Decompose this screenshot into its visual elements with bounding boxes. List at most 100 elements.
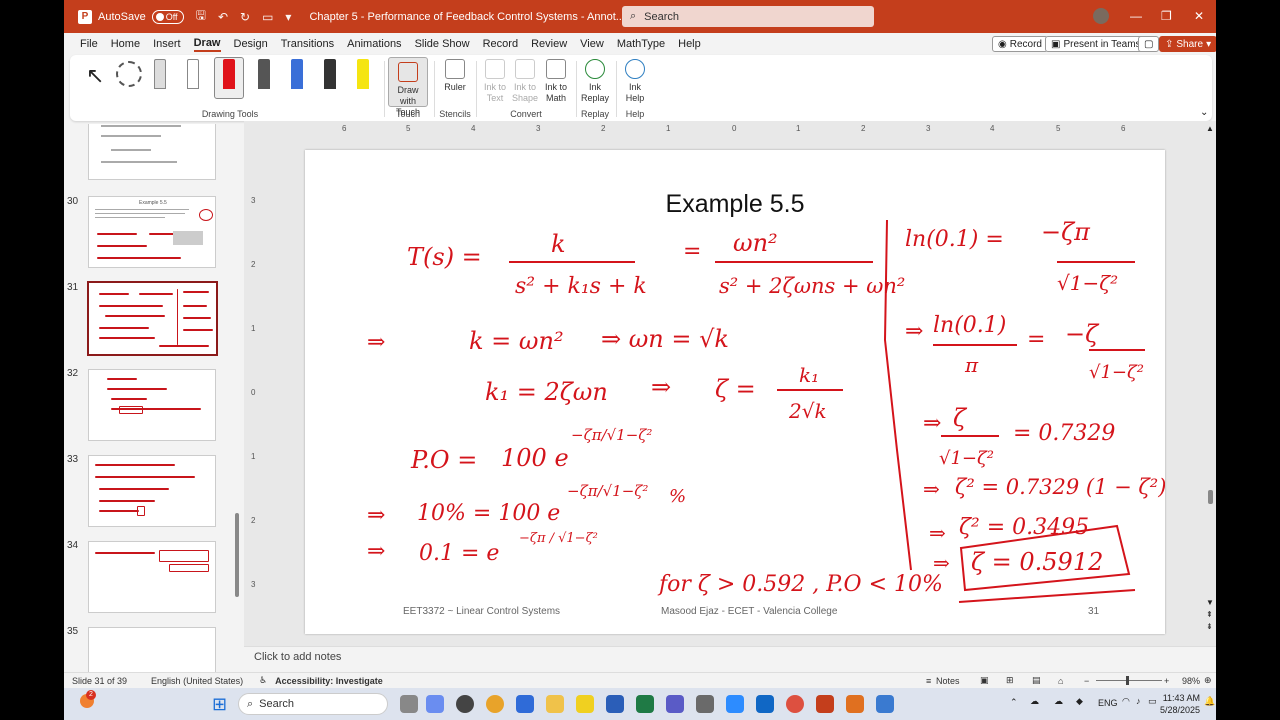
notes-toggle[interactable]: Notes	[936, 676, 960, 686]
zoom-slider[interactable]	[1096, 680, 1162, 681]
thumbnail-35[interactable]	[88, 627, 216, 672]
thumbnails-scroll-thumb[interactable]	[235, 513, 239, 597]
draw-with-touch-button[interactable]: Draw with Touch	[388, 57, 428, 117]
tab-mathtype[interactable]: MathType	[617, 38, 665, 50]
tab-home[interactable]: Home	[111, 38, 140, 50]
teams-app-icon[interactable]	[666, 695, 684, 713]
lasso-select-icon[interactable]	[116, 61, 142, 87]
security-icon[interactable]: ◆	[1076, 696, 1083, 707]
thumbnail-33[interactable]	[88, 455, 216, 527]
tab-animations[interactable]: Animations	[347, 38, 401, 50]
ruler-button[interactable]: Ruler	[438, 59, 472, 93]
fit-to-window-icon[interactable]: ⊕	[1204, 675, 1212, 686]
task-view-icon[interactable]	[400, 695, 418, 713]
tab-insert[interactable]: Insert	[153, 38, 181, 50]
thumbnails-scrollbar[interactable]	[234, 128, 240, 668]
ink-to-math-button[interactable]: Ink to Math	[540, 59, 572, 104]
chrome-profile-icon[interactable]	[786, 695, 804, 713]
windows-start-icon[interactable]: ⊞	[212, 694, 227, 715]
restore-icon[interactable]: ❐	[1161, 9, 1172, 23]
snipping-tool-icon[interactable]	[846, 695, 864, 713]
minimize-icon[interactable]: —	[1130, 9, 1142, 23]
share-button[interactable]: ⇪ Share ▾	[1159, 36, 1216, 52]
thumbnail-30[interactable]: Example 5.5	[88, 196, 216, 268]
save-icon[interactable]: 🖫	[196, 6, 206, 27]
excel-icon[interactable]	[636, 695, 654, 713]
title-search-box[interactable]: ⌕ Search	[622, 6, 874, 27]
tab-help[interactable]: Help	[678, 38, 701, 50]
tab-slide-show[interactable]: Slide Show	[415, 38, 470, 50]
pen-gray-icon[interactable]	[258, 59, 270, 89]
tray-chevron-icon[interactable]: ⌃	[1010, 697, 1018, 708]
thumbnail-34[interactable]	[88, 541, 216, 613]
editor-scroll-thumb[interactable]	[1208, 490, 1213, 504]
tab-transitions[interactable]: Transitions	[281, 38, 334, 50]
copilot-icon[interactable]	[426, 695, 444, 713]
tab-record[interactable]: Record	[483, 38, 518, 50]
current-slide[interactable]: Example 5.5 T(s) = k s² + k₁s + k = ωn² …	[305, 150, 1165, 634]
pen-white-icon[interactable]	[187, 59, 199, 89]
pen-blue-icon[interactable]	[291, 59, 303, 89]
sticky-notes-icon[interactable]	[576, 695, 594, 713]
highlighter-yellow-icon[interactable]	[357, 59, 369, 89]
other-app-icon[interactable]	[876, 695, 894, 713]
file-explorer-icon[interactable]	[546, 695, 564, 713]
thumbnail-32[interactable]	[88, 369, 216, 441]
powerpoint-taskbar-icon[interactable]	[816, 695, 834, 713]
zoom-in-icon[interactable]: +	[1164, 676, 1169, 686]
notification-bell-icon[interactable]: 🔔	[1204, 696, 1215, 707]
editor-scrollbar[interactable]: ▲ ▼ ⇞ ⇟	[1206, 124, 1214, 634]
ink-help-button[interactable]: Ink Help	[620, 59, 650, 104]
record-button[interactable]: ◉ Record	[992, 36, 1048, 52]
tray-language[interactable]: ENG	[1098, 698, 1118, 708]
calculator-icon[interactable]	[696, 695, 714, 713]
language-status[interactable]: English (United States)	[151, 676, 243, 686]
ink-to-text-button[interactable]: Ink to Text	[480, 59, 510, 104]
zoom-level[interactable]: 98%	[1182, 676, 1200, 686]
volume-icon[interactable]: ♪	[1136, 696, 1141, 706]
media-player-icon[interactable]	[456, 695, 474, 713]
taskbar-search[interactable]: ⌕ Search	[238, 693, 388, 715]
tab-draw[interactable]: Draw	[193, 37, 221, 52]
battery-icon[interactable]: ▭	[1148, 696, 1157, 707]
scroll-up-icon[interactable]: ▲	[1206, 124, 1214, 133]
taskbar-clock[interactable]: 11:43 AM 5/28/2025	[1160, 692, 1200, 716]
previous-slide-icon[interactable]: ⇞	[1206, 610, 1213, 619]
tab-review[interactable]: Review	[531, 38, 567, 50]
zoom-app-icon[interactable]	[726, 695, 744, 713]
next-slide-icon[interactable]: ⇟	[1206, 622, 1213, 631]
thumbnail-31-active[interactable]	[87, 281, 218, 356]
autosave-toggle[interactable]: Off	[151, 9, 184, 24]
chrome-icon[interactable]	[486, 695, 504, 713]
ink-replay-button[interactable]: Ink Replay	[580, 59, 610, 104]
scroll-down-icon[interactable]: ▼	[1206, 598, 1214, 607]
eraser-icon[interactable]	[154, 59, 166, 89]
slideshow-start-icon[interactable]: ▭	[262, 10, 273, 24]
slide-sorter-icon[interactable]: ⊞	[1006, 675, 1014, 686]
comments-button[interactable]: ▢	[1138, 36, 1160, 52]
edge-icon[interactable]	[516, 695, 534, 713]
select-pointer-icon[interactable]: ↖	[86, 63, 104, 89]
wifi-icon[interactable]: ◠	[1122, 696, 1130, 707]
close-icon[interactable]: ✕	[1194, 9, 1204, 23]
tab-design[interactable]: Design	[234, 38, 268, 50]
reading-view-icon[interactable]: ▤	[1032, 675, 1041, 686]
cloud-icon[interactable]: ☁	[1030, 696, 1039, 707]
slideshow-view-icon[interactable]: ⌂	[1058, 676, 1063, 686]
thumbnail-29[interactable]	[88, 124, 216, 180]
zoom-out-icon[interactable]: −	[1084, 676, 1089, 686]
zoom-slider-thumb[interactable]	[1126, 676, 1129, 685]
notes-pane[interactable]: Click to add notes	[244, 646, 1216, 672]
user-avatar[interactable]	[1093, 8, 1109, 24]
present-in-teams-button[interactable]: ▣ Present in Teams	[1045, 36, 1147, 52]
onedrive-icon[interactable]: ☁	[1054, 696, 1063, 707]
customize-toolbar-icon[interactable]: ▾	[285, 10, 291, 24]
undo-icon[interactable]: ↶	[218, 10, 228, 24]
accessibility-status[interactable]: Accessibility: Investigate	[275, 676, 383, 686]
outlook-icon[interactable]	[756, 695, 774, 713]
tab-view[interactable]: View	[580, 38, 604, 50]
word-icon[interactable]	[606, 695, 624, 713]
tab-file[interactable]: File	[80, 38, 98, 50]
redo-icon[interactable]: ↻	[240, 10, 250, 24]
normal-view-icon[interactable]: ▣	[980, 675, 989, 686]
